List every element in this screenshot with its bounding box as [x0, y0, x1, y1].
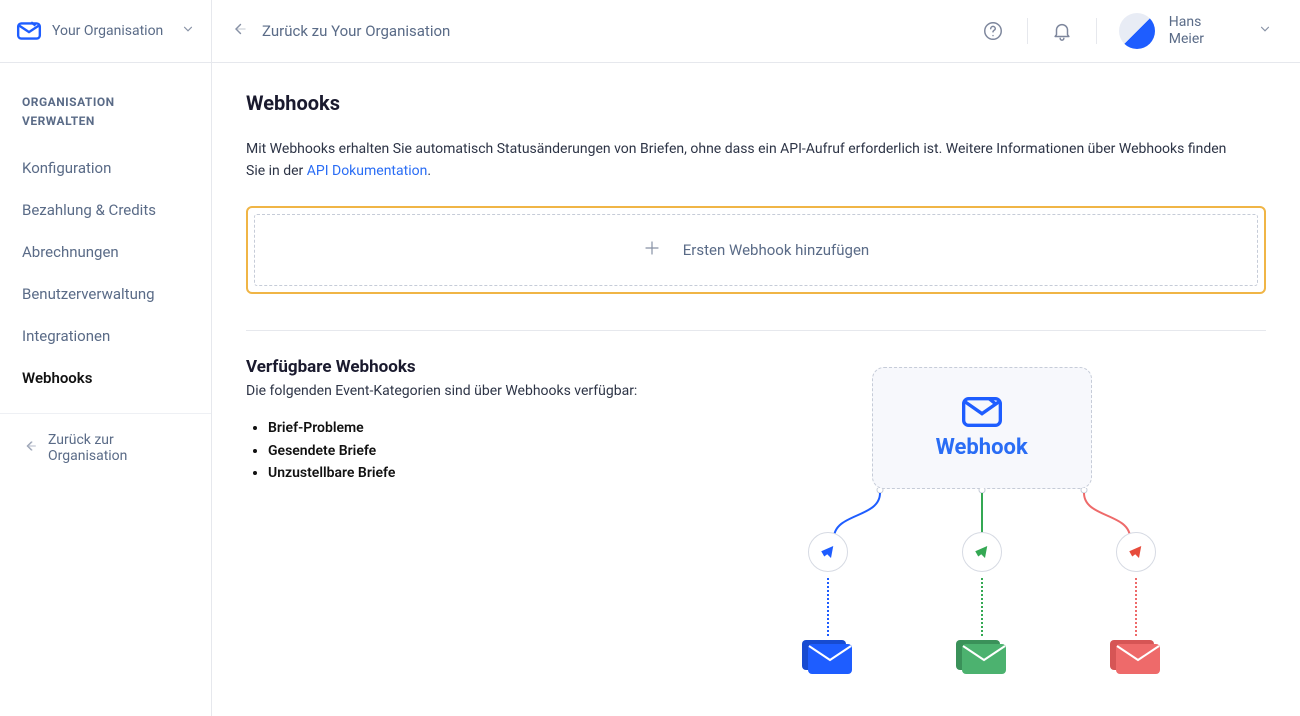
bell-icon[interactable] [1050, 19, 1074, 43]
back-to-org-link[interactable]: Zurück zur Organisation [0, 413, 211, 482]
sidebar-nav: Konfiguration Bezahlung & Credits Abrech… [0, 147, 211, 399]
nav-item-benutzer[interactable]: Benutzerverwaltung [0, 273, 211, 315]
arrow-left-icon [22, 438, 38, 458]
branch-red [1110, 532, 1162, 676]
section-divider [246, 330, 1266, 331]
add-webhook-label: Ersten Webhook hinzufügen [683, 241, 869, 259]
divider [1096, 18, 1097, 44]
app-logo-icon [16, 18, 42, 44]
add-webhook-highlight: Ersten Webhook hinzufügen [246, 206, 1266, 294]
event-list: Brief-Probleme Gesendete Briefe Unzustel… [246, 417, 637, 484]
available-title: Verfügbare Webhooks [246, 357, 637, 377]
branch-green [956, 532, 1008, 676]
chevron-down-icon [181, 22, 195, 40]
sidebar: Your Organisation ORGANISATION VERWALTEN… [0, 0, 212, 716]
nav-item-bezahlung[interactable]: Bezahlung & Credits [0, 189, 211, 231]
breadcrumb-back[interactable]: Zurück zu Your Organisation [230, 20, 450, 42]
nav-item-abrechnungen[interactable]: Abrechnungen [0, 231, 211, 273]
divider [1027, 18, 1028, 44]
nav-item-integrationen[interactable]: Integrationen [0, 315, 211, 357]
help-icon[interactable] [981, 19, 1005, 43]
event-item: Brief-Probleme [268, 417, 637, 439]
available-subtitle: Die folgenden Event-Kategorien sind über… [246, 383, 637, 399]
available-webhooks-section: Verfügbare Webhooks Die folgenden Event-… [246, 357, 637, 676]
plus-icon [643, 238, 661, 262]
envelope-icon [802, 636, 854, 676]
chevron-down-icon [1258, 22, 1272, 40]
user-menu[interactable]: Hans Meier [1119, 13, 1272, 49]
back-to-org-label: Zurück zur Organisation [48, 432, 189, 464]
org-switcher[interactable]: Your Organisation [0, 0, 211, 63]
topbar: Zurück zu Your Organisation Hans Meier [212, 0, 1300, 63]
nav-item-webhooks[interactable]: Webhooks [0, 357, 211, 399]
breadcrumb-back-label: Zurück zu Your Organisation [262, 22, 450, 40]
nav-item-konfiguration[interactable]: Konfiguration [0, 147, 211, 189]
content: Webhooks Mit Webhooks erhalten Sie autom… [212, 63, 1300, 716]
api-doc-link[interactable]: API Dokumentation [307, 163, 428, 179]
webhook-box: Webhook [872, 367, 1092, 489]
intro-text: Mit Webhooks erhalten Sie automatisch St… [246, 139, 1246, 182]
webhook-diagram: Webhook [697, 367, 1266, 676]
avatar [1119, 13, 1155, 49]
envelope-icon [956, 636, 1008, 676]
arrow-left-icon [230, 20, 248, 42]
page-title: Webhooks [246, 91, 1266, 115]
org-name: Your Organisation [52, 23, 171, 39]
envelope-icon [1110, 636, 1162, 676]
user-name: Hans Meier [1169, 14, 1204, 49]
webhook-box-label: Webhook [936, 435, 1028, 460]
event-item: Unzustellbare Briefe [268, 462, 637, 484]
add-webhook-button[interactable]: Ersten Webhook hinzufügen [254, 214, 1258, 286]
event-item: Gesendete Briefe [268, 440, 637, 462]
branch-blue [802, 532, 854, 676]
sidebar-section-title: ORGANISATION VERWALTEN [0, 63, 211, 147]
